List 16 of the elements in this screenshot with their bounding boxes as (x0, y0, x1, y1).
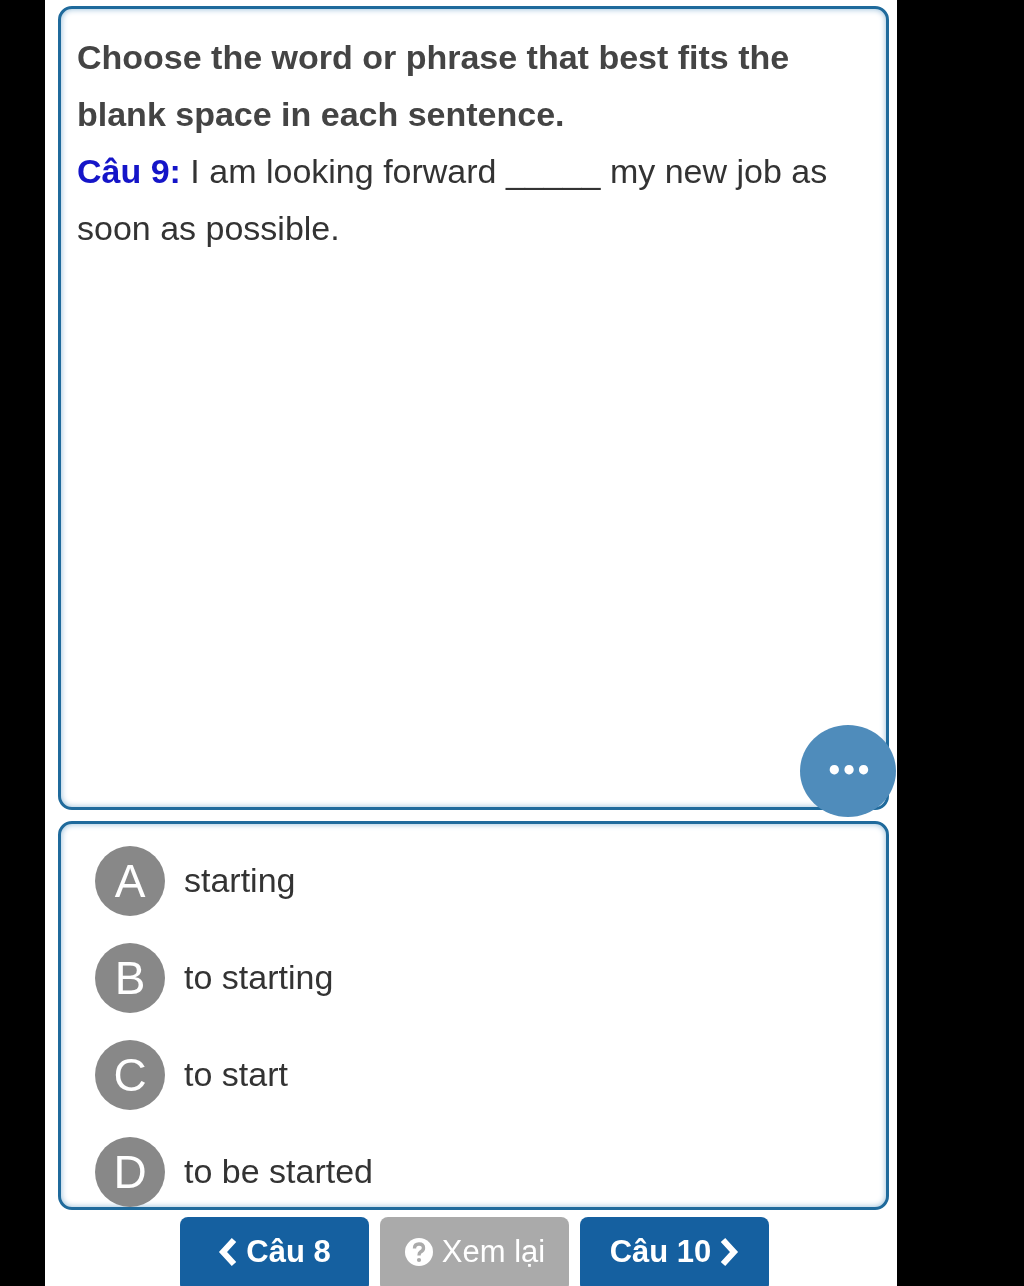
option-letter[interactable]: A (95, 845, 165, 916)
previous-button[interactable]: Câu 8 (180, 1217, 369, 1286)
more-button[interactable]: ••• (800, 725, 896, 817)
chevron-right-icon (719, 1236, 740, 1267)
option-letter[interactable]: D (95, 1136, 165, 1207)
instruction-text: Choose the word or phrase that best fits the blank space in each sentence. (77, 37, 791, 135)
option-text[interactable]: starting (184, 861, 296, 900)
option-text[interactable]: to starting (184, 958, 334, 997)
next-button[interactable]: Câu 10 (580, 1217, 769, 1286)
option-letter[interactable]: C (95, 1039, 165, 1110)
help-icon (403, 1236, 434, 1267)
chevron-left-icon (218, 1236, 239, 1267)
option-text[interactable]: to be started (184, 1152, 373, 1191)
option-letter[interactable]: B (95, 942, 165, 1013)
question-text: Câu 9: I am looking forward _____ my new job as soon as possible. (77, 151, 829, 249)
option-text[interactable]: to start (184, 1055, 288, 1094)
